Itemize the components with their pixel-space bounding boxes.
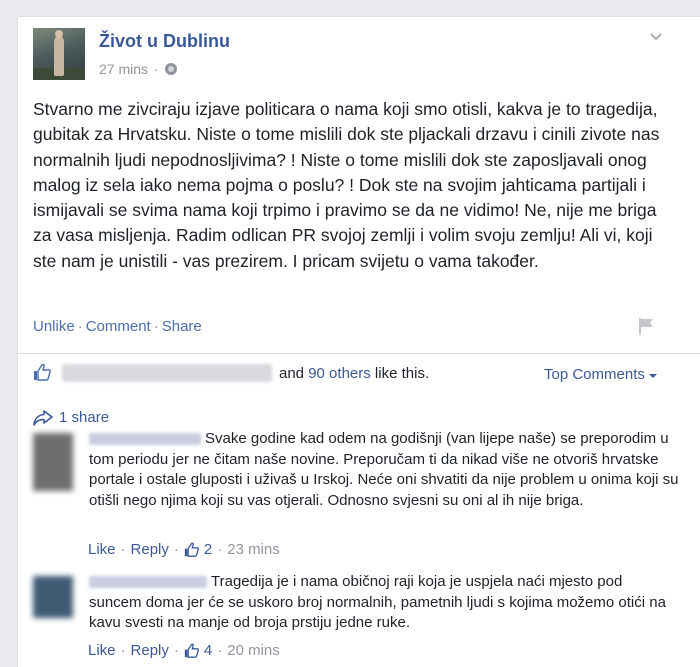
meta-dot: · — [120, 642, 126, 659]
comment-like-thumb-icon[interactable] — [184, 643, 199, 658]
post-actions: Unlike · Comment · Share — [33, 318, 202, 335]
meta-dot: · — [173, 642, 179, 659]
comment-reply-link[interactable]: Reply — [131, 541, 169, 558]
top-comments-label: Top Comments — [544, 366, 645, 383]
comment: Svake godine kad odem na godišnji (van l… — [33, 429, 678, 569]
chevron-down-icon[interactable] — [650, 31, 662, 43]
likes-summary: and 90 others like this. — [279, 365, 429, 382]
post-meta: 27 mins · — [99, 61, 177, 77]
meta-separator: · — [154, 61, 159, 77]
share-arrow-icon — [33, 409, 53, 426]
shares-count: 1 share — [59, 409, 110, 426]
meta-dot: · — [217, 642, 223, 659]
post-text: Stvarno me zivciraju izjave politicara o… — [33, 99, 660, 271]
blurred-commenter-name[interactable] — [89, 433, 201, 446]
meta-dot: · — [217, 541, 223, 558]
action-separator: · — [77, 318, 83, 335]
comment-like-thumb-icon[interactable] — [184, 542, 199, 557]
caret-down-icon — [649, 374, 658, 378]
comment-reply-link[interactable]: Reply — [131, 642, 169, 659]
comment-time[interactable]: 23 mins — [227, 541, 280, 558]
commenter-avatar[interactable] — [33, 433, 73, 491]
shares-row[interactable]: 1 share — [33, 409, 109, 426]
comment-link[interactable]: Comment — [86, 318, 151, 335]
comment-like-count[interactable]: 4 — [204, 642, 212, 659]
blurred-commenter-name[interactable] — [89, 576, 207, 589]
comment-time[interactable]: 20 mins — [227, 642, 280, 659]
comment: Tragedija je i nama običnoj raji koja je… — [33, 572, 673, 667]
comment-meta: Like · Reply · 2 · 23 mins — [88, 541, 280, 558]
comment-text: Tragedija je i nama običnoj raji koja je… — [89, 572, 679, 634]
action-separator: · — [153, 318, 159, 335]
comment-text: Svake godine kad odem na godišnji (van l… — [89, 429, 679, 511]
unlike-link[interactable]: Unlike — [33, 318, 75, 335]
comment-like-link[interactable]: Like — [88, 642, 116, 659]
section-divider — [18, 353, 700, 354]
blurred-liker-names[interactable] — [62, 364, 272, 382]
page-name-link[interactable]: Život u Dublinu — [99, 31, 230, 52]
commenter-avatar[interactable] — [33, 576, 73, 618]
likes-and: and — [279, 365, 305, 382]
top-comments-dropdown[interactable]: Top Comments — [544, 366, 658, 383]
like-thumb-icon — [34, 363, 51, 381]
flag-icon[interactable] — [636, 316, 656, 336]
post-time[interactable]: 27 mins — [99, 61, 148, 77]
comment-like-count[interactable]: 2 — [204, 541, 212, 558]
meta-dot: · — [173, 541, 179, 558]
globe-icon[interactable] — [164, 63, 177, 75]
page-avatar[interactable] — [33, 28, 85, 80]
comment-meta: Like · Reply · 4 · 20 mins — [88, 642, 280, 659]
comment-like-link[interactable]: Like — [88, 541, 116, 558]
post-card: Život u Dublinu 27 mins · Stvarno me ziv… — [17, 16, 700, 667]
others-link[interactable]: 90 others — [308, 365, 371, 382]
likes-suffix: like this. — [374, 365, 430, 382]
share-link[interactable]: Share — [162, 318, 202, 335]
meta-dot: · — [120, 541, 126, 558]
